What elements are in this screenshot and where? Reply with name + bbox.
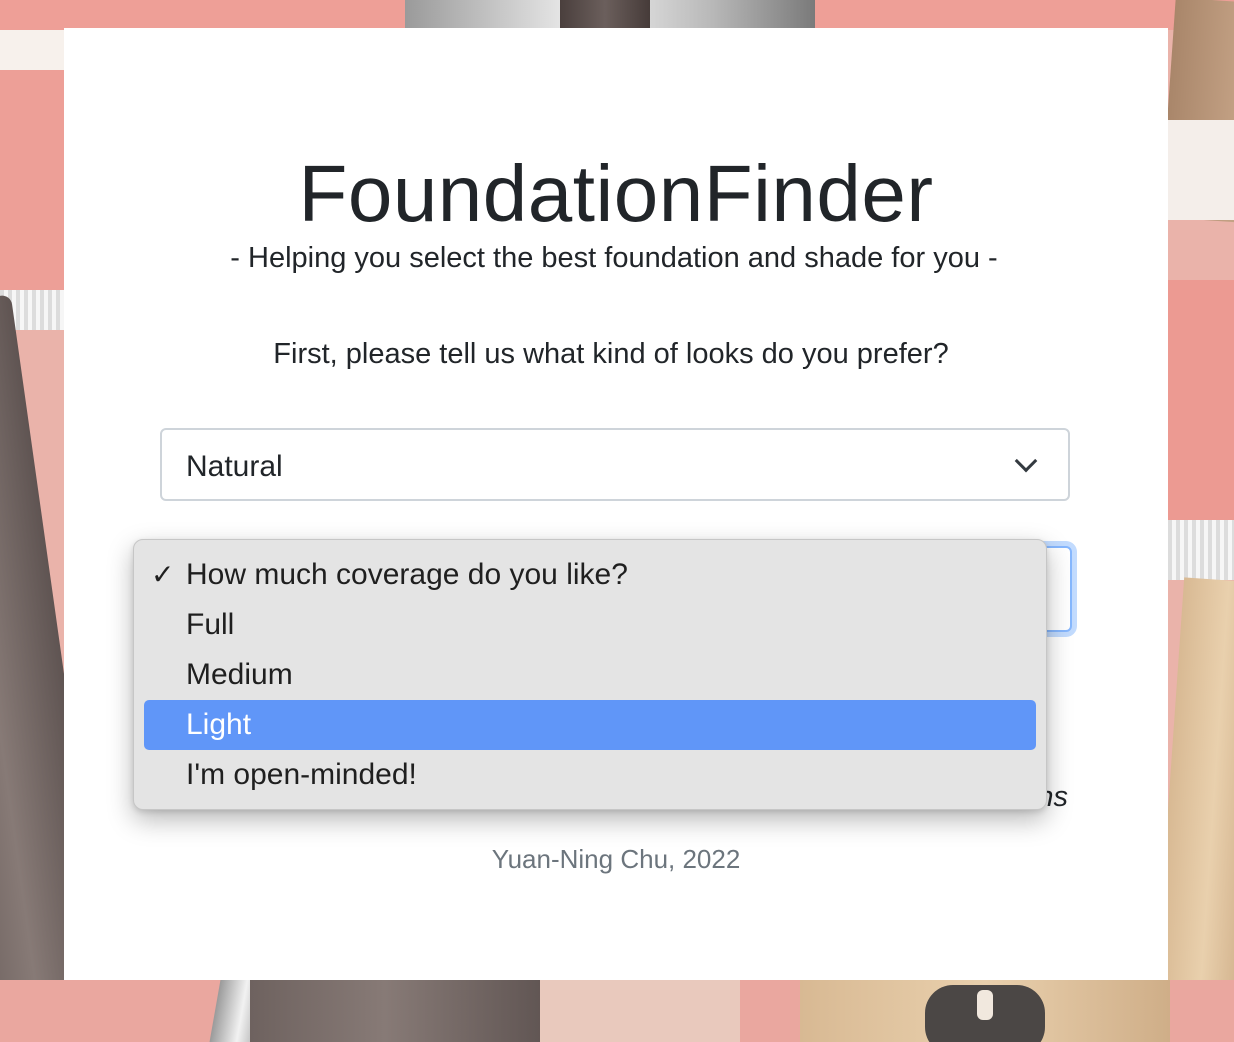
coverage-option-placeholder[interactable]: ✓ How much coverage do you like?: [144, 550, 1036, 600]
look-select[interactable]: Natural: [160, 428, 1070, 501]
checkmark-icon: ✓: [151, 559, 175, 590]
coverage-option-full[interactable]: Full: [144, 600, 1036, 650]
author-credit: Yuan-Ning Chu, 2022: [491, 844, 741, 874]
coverage-option-label: Medium: [186, 658, 293, 691]
main-card: FoundationFinder - Helping you select th…: [64, 28, 1168, 980]
chevron-down-icon: [1014, 449, 1038, 473]
coverage-option-label: Full: [186, 608, 235, 641]
look-question: First, please tell us what kind of looks…: [273, 338, 949, 370]
page-title: FoundationFinder: [298, 149, 934, 238]
coverage-option-open-minded[interactable]: I'm open-minded!: [144, 750, 1036, 800]
coverage-option-label: How much coverage do you like?: [186, 558, 628, 591]
coverage-option-label: Light: [186, 708, 252, 741]
coverage-option-medium[interactable]: Medium: [144, 650, 1036, 700]
look-select-value: Natural: [186, 450, 283, 483]
coverage-option-label: I'm open-minded!: [186, 758, 417, 791]
coverage-option-light[interactable]: Light: [144, 700, 1036, 750]
coverage-dropdown-menu: ✓ How much coverage do you like? Full Me…: [133, 539, 1047, 810]
page-subtitle: - Helping you select the best foundation…: [230, 242, 998, 274]
